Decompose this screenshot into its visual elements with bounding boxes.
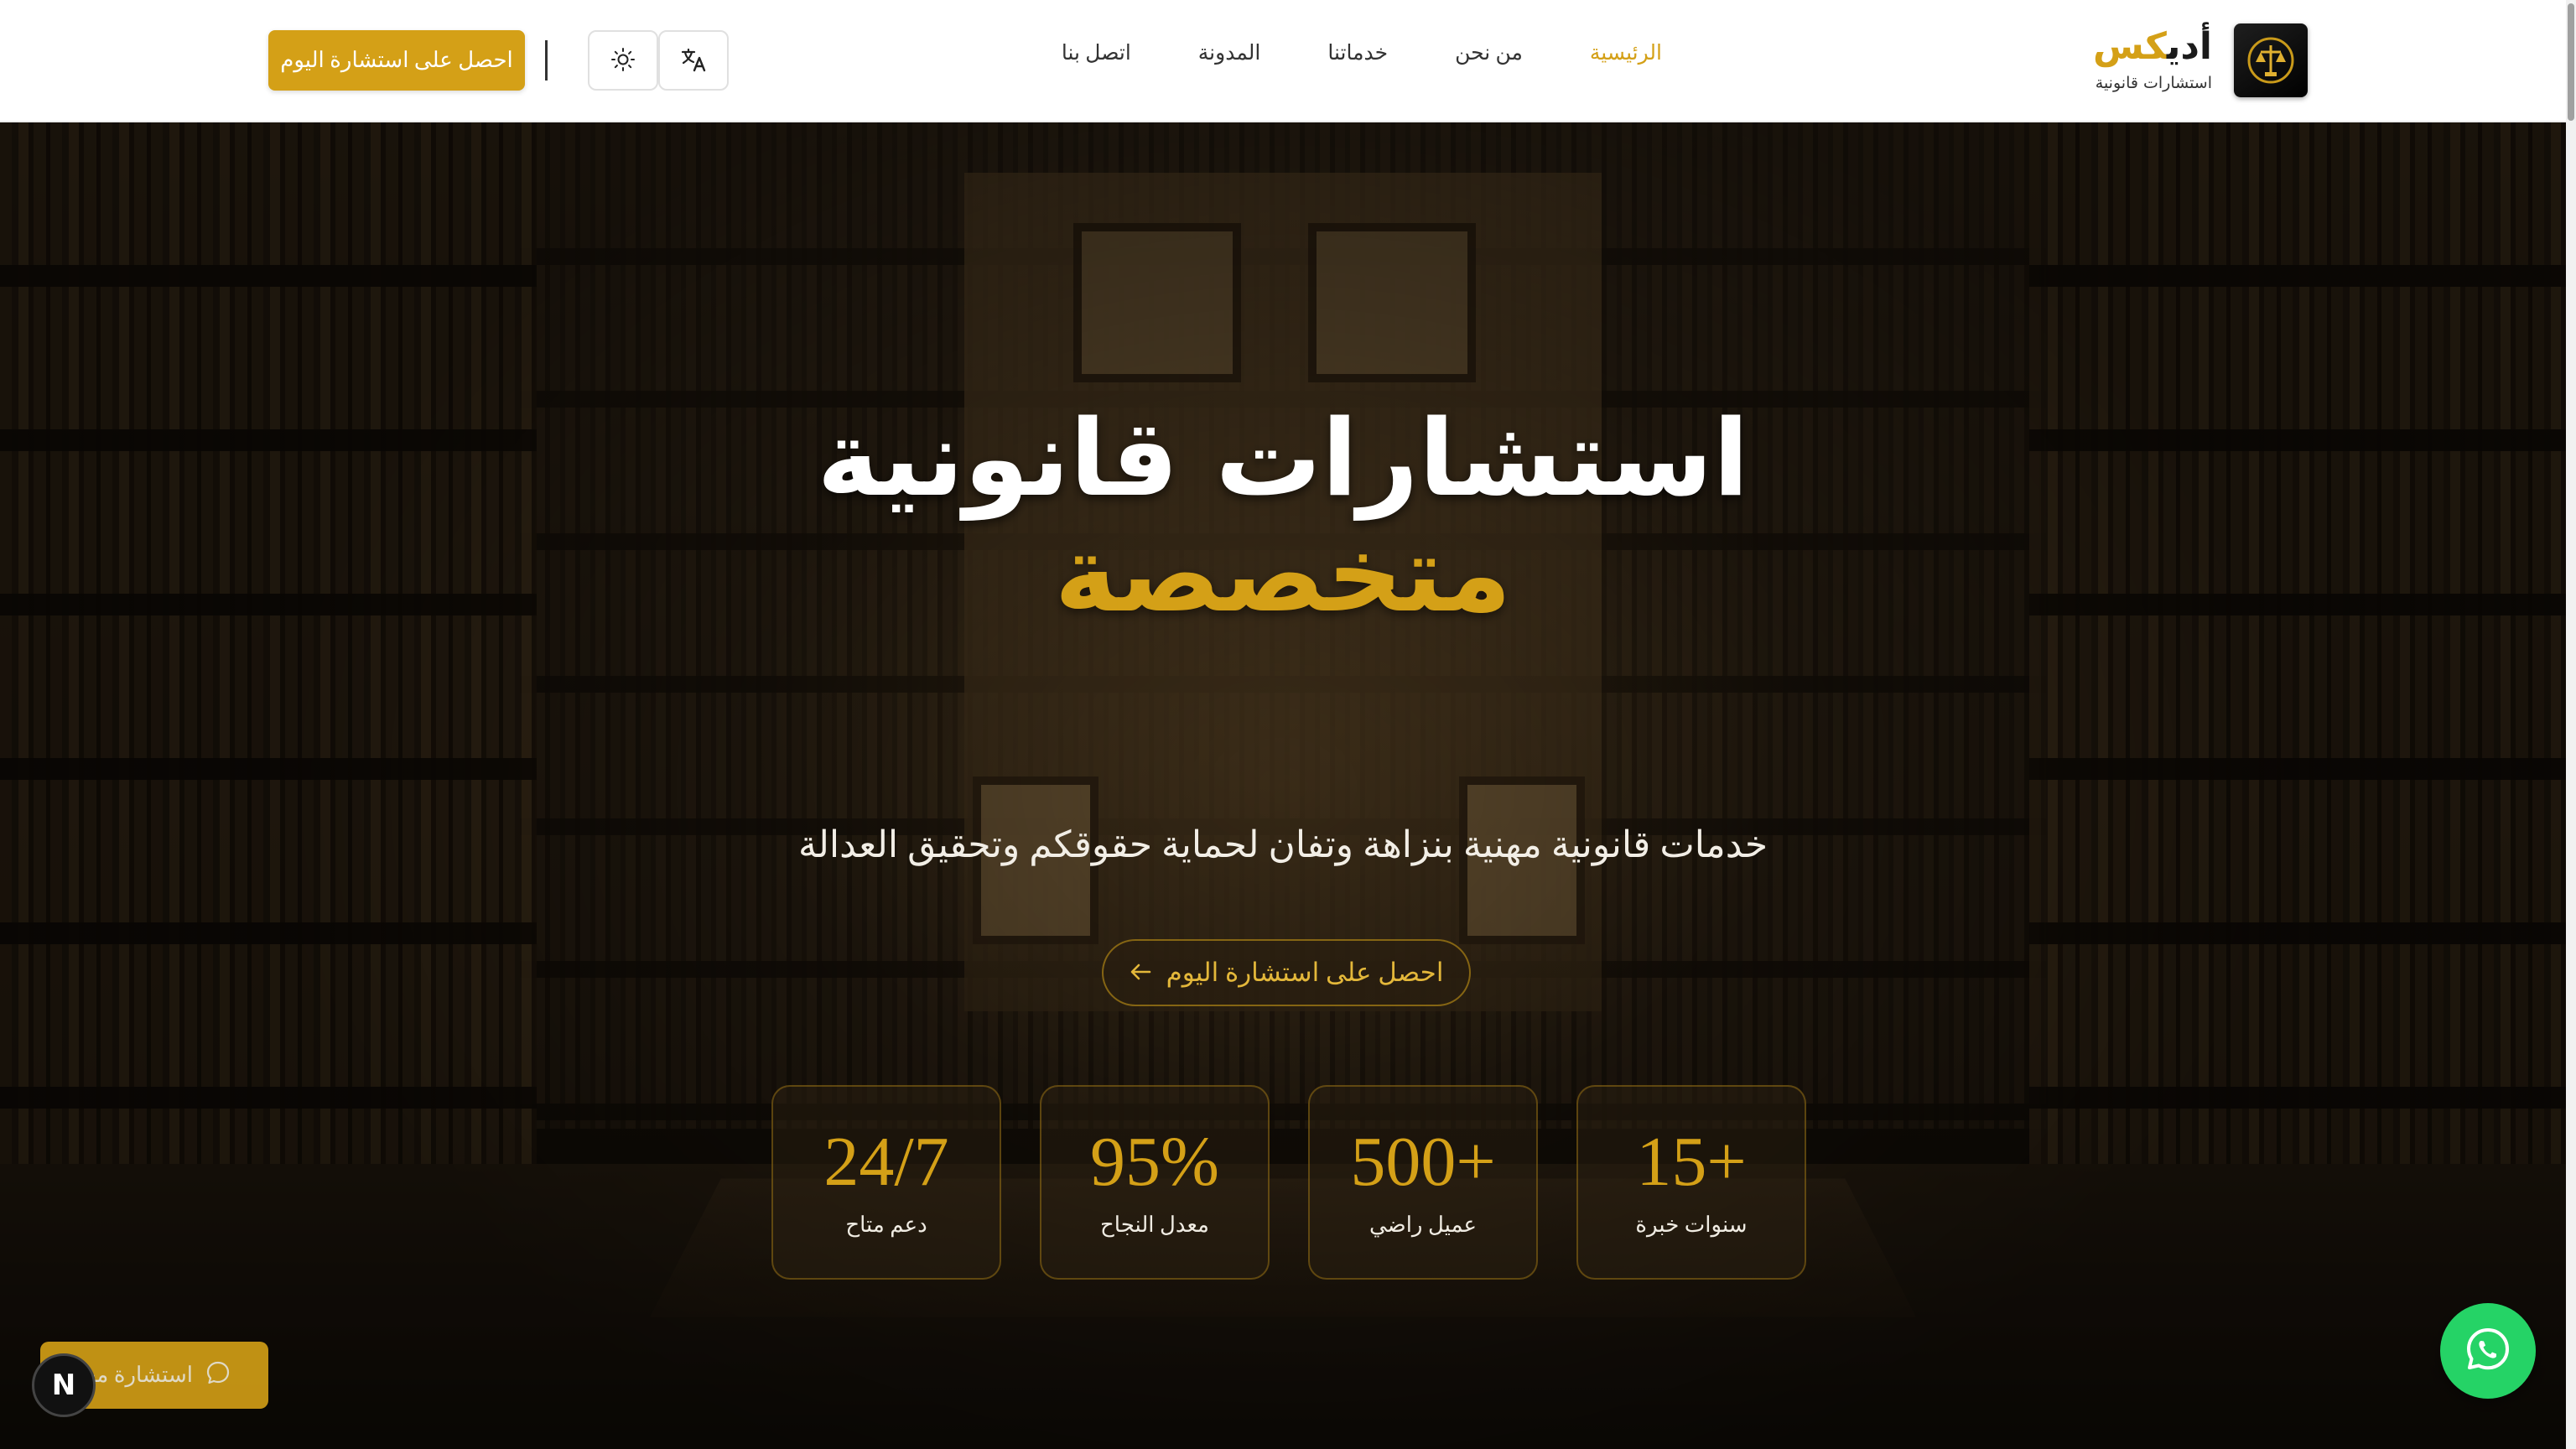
language-toggle-button[interactable] (658, 30, 729, 91)
whatsapp-icon (2464, 1325, 2512, 1378)
stat-label: دعم متاح (845, 1213, 927, 1237)
scales-of-justice-icon (2234, 23, 2308, 97)
stat-card: 95% معدل النجاح (1040, 1085, 1270, 1280)
brand-name-part1: أدي (2166, 25, 2212, 68)
stat-value: +15 (1636, 1123, 1747, 1201)
nav-item-about[interactable]: من نحن (1421, 40, 1556, 65)
main-nav: الرئيسية من نحن خدماتنا المدونة اتصل بنا (1028, 40, 1696, 65)
theme-toggle-button[interactable] (588, 30, 658, 91)
brand-text: أديكس استشارات قانونية (2093, 29, 2212, 93)
stat-card: 24/7 دعم متاح (771, 1085, 1001, 1280)
arrow-left-icon (1130, 958, 1151, 988)
scrollbar-thumb[interactable] (2568, 3, 2574, 121)
hero-section: استشارات قانونية متخصصة خدمات قانونية مه… (0, 122, 2566, 1449)
nav-item-contact[interactable]: اتصل بنا (1028, 40, 1165, 65)
stat-value: +500 (1350, 1123, 1496, 1201)
brand-tagline: استشارات قانونية (2095, 74, 2212, 92)
page-scrollbar[interactable] (2566, 0, 2576, 1449)
nav-item-services[interactable]: خدماتنا (1294, 40, 1421, 65)
nav-item-blog[interactable]: المدونة (1165, 40, 1295, 65)
chat-bubble-icon (205, 1359, 231, 1392)
stat-label: عميل راضي (1368, 1213, 1478, 1237)
site-header: أديكس استشارات قانونية الرئيسية من نحن خ… (0, 0, 2576, 122)
translate-icon (679, 45, 708, 76)
whatsapp-button[interactable] (2440, 1303, 2536, 1399)
brand-name-part2: كس (2093, 25, 2167, 68)
hero-subtitle: خدمات قانونية مهنية بنزاهة وتفان لحماية … (797, 824, 1768, 865)
stat-card: +500 عميل راضي (1308, 1085, 1538, 1280)
stat-label: معدل النجاح (1100, 1213, 1209, 1237)
brand-logo[interactable]: أديكس استشارات قانونية (2093, 22, 2308, 99)
brand-name: أديكس (2093, 29, 2212, 65)
hero-title: استشارات قانونية (817, 397, 1749, 520)
header-actions: احصل على استشارة اليوم (268, 29, 729, 92)
divider (545, 40, 548, 80)
stat-value: 24/7 (823, 1123, 949, 1201)
hero-consultation-button[interactable]: احصل على استشارة اليوم (1102, 939, 1471, 1006)
stat-value: 95% (1090, 1123, 1219, 1201)
sun-icon (610, 47, 636, 75)
stat-label: سنوات خبرة (1635, 1213, 1748, 1237)
hero-cta-label: احصل على استشارة اليوم (1166, 958, 1444, 987)
nav-item-home[interactable]: الرئيسية (1556, 40, 1696, 65)
stats-row: +15 سنوات خبرة +500 عميل راضي 95% معدل ا… (770, 1085, 1806, 1280)
get-consultation-button[interactable]: احصل على استشارة اليوم (268, 30, 525, 91)
hero-title-highlight: متخصصة (1054, 512, 1512, 636)
n-badge[interactable]: N (32, 1353, 96, 1417)
stat-card: +15 سنوات خبرة (1576, 1085, 1806, 1280)
